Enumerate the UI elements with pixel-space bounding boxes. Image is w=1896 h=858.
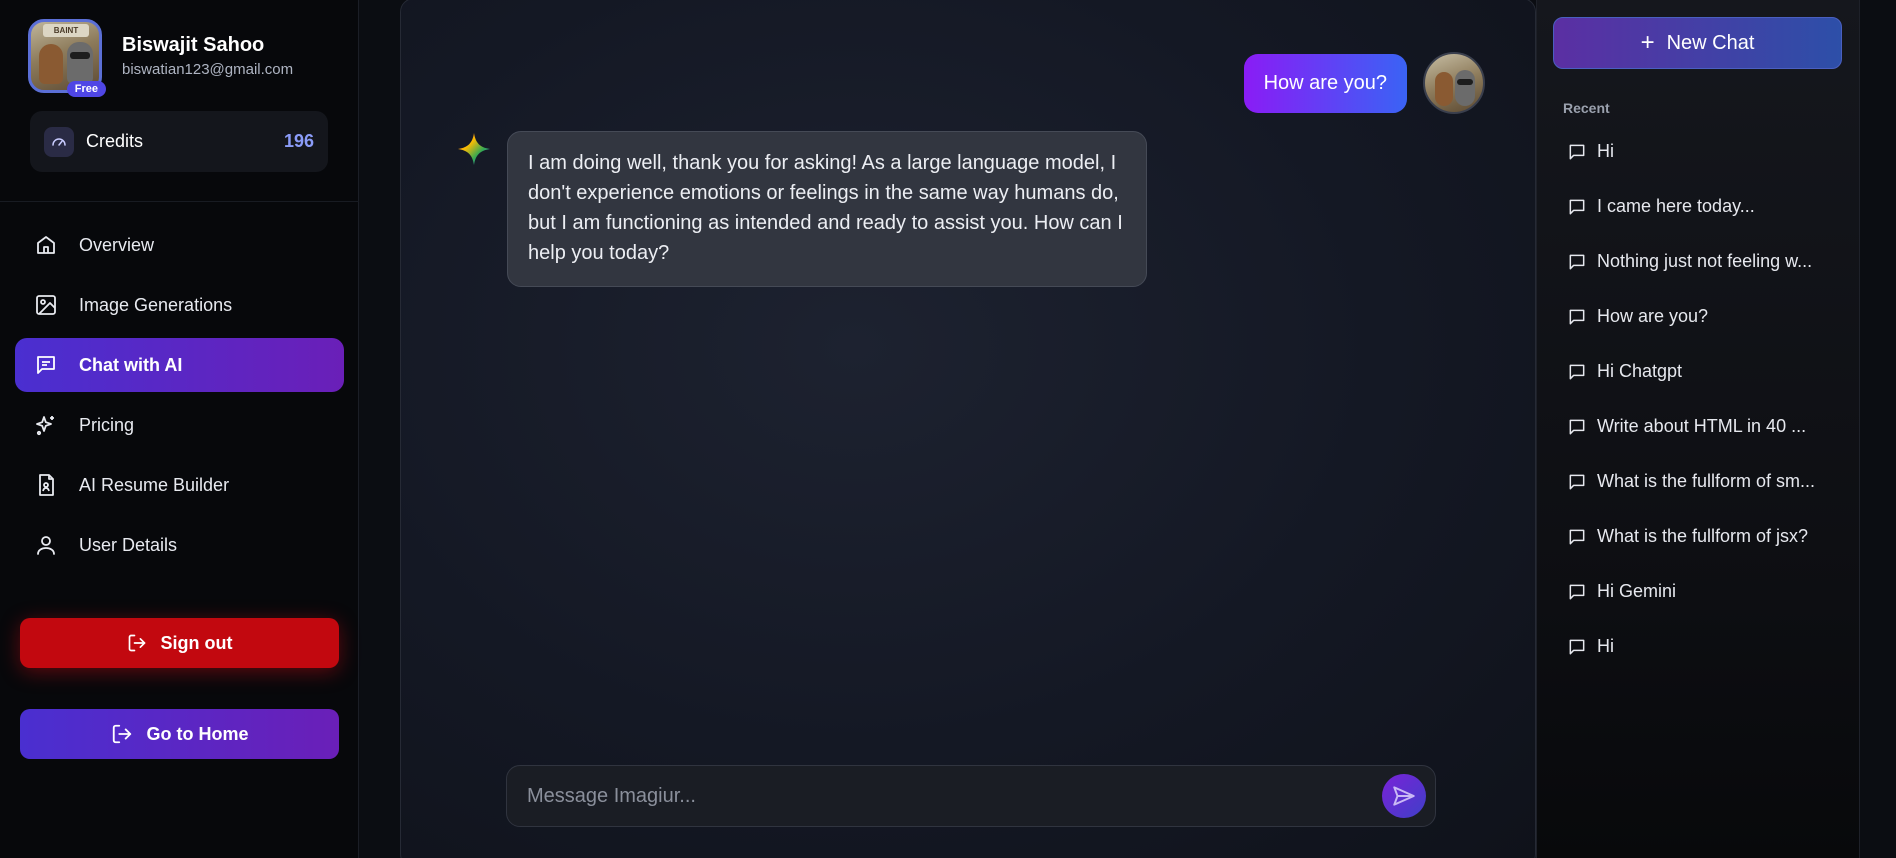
nav-item-pricing[interactable]: Pricing (15, 398, 344, 452)
history-item[interactable]: Hi Gemini (1567, 564, 1847, 619)
nav-item-ai-resume-builder[interactable]: AI Resume Builder (15, 458, 344, 512)
message-composer (506, 765, 1436, 827)
home-icon (33, 232, 59, 258)
nav-item-user-details[interactable]: User Details (15, 518, 344, 572)
nav-item-chat-with-ai[interactable]: Chat with AI (15, 338, 344, 392)
chat-icon (33, 352, 59, 378)
credits-card: Credits 196 (30, 111, 328, 172)
history-item[interactable]: Hi (1567, 619, 1847, 674)
credits-value: 196 (283, 131, 314, 151)
history-item-label: Hi Chatgpt (1597, 361, 1683, 381)
history-item[interactable]: Nothing just not feeling w... (1567, 234, 1847, 289)
nav-item-image-generations[interactable]: Image Generations (15, 278, 344, 332)
nav-item-overview[interactable]: Overview (15, 218, 344, 272)
history-item[interactable]: Hi (1567, 124, 1847, 179)
message-icon (1567, 472, 1587, 492)
history-item[interactable]: What is the fullform of jsx? (1567, 509, 1847, 564)
nav-item-label: Chat with AI (79, 354, 183, 375)
sign-out-button[interactable]: Sign out (20, 618, 339, 668)
main-nav: Overview Image Generations Chat with AI … (15, 218, 344, 578)
message-icon (1567, 197, 1587, 217)
go-home-button[interactable]: Go to Home (20, 709, 339, 759)
history-item[interactable]: Hi Chatgpt (1567, 344, 1847, 399)
message-input[interactable] (527, 784, 1382, 808)
new-chat-label: New Chat (1666, 31, 1755, 54)
nav-item-label: Overview (79, 234, 155, 255)
chat-history-panel: + New Chat Recent Hi I came here today..… (1536, 0, 1860, 858)
send-button[interactable] (1382, 774, 1426, 818)
user-profile: BAINT Free Biswajit Sahoo biswatian123@g… (28, 19, 294, 97)
plus-icon: + (1640, 29, 1655, 56)
history-item-label: Write about HTML in 40 ... (1597, 416, 1807, 436)
profile-name: Biswajit Sahoo (122, 34, 265, 56)
avatar-sign: BAINT (43, 24, 89, 37)
user-message-row: How are you? (1243, 52, 1485, 114)
user-icon (33, 532, 59, 558)
user-message-bubble: How are you? (1243, 53, 1407, 113)
message-icon (1567, 142, 1587, 162)
gemini-sparkle-icon (458, 133, 490, 165)
logout-icon (127, 633, 147, 653)
message-icon (1567, 252, 1587, 272)
recent-heading: Recent (1563, 100, 1610, 116)
history-item[interactable]: What is the fullform of sm... (1567, 454, 1847, 509)
history-item-label: Nothing just not feeling w... (1597, 251, 1813, 271)
nav-item-label: Image Generations (79, 294, 233, 315)
new-chat-button[interactable]: + New Chat (1553, 17, 1842, 69)
message-icon (1567, 417, 1587, 437)
history-item-label: What is the fullform of sm... (1597, 471, 1816, 491)
profile-email: biswatian123@gmail.com (122, 61, 294, 78)
credits-label: Credits (86, 131, 144, 151)
plan-badge: Free (66, 81, 106, 97)
history-item-label: How are you? (1597, 306, 1709, 326)
nav-item-label: User Details (79, 534, 178, 555)
gauge-icon (44, 126, 74, 157)
nav-item-label: AI Resume Builder (79, 474, 230, 495)
message-icon (1567, 582, 1587, 602)
image-icon (33, 292, 59, 318)
history-item[interactable]: How are you? (1567, 289, 1847, 344)
history-item[interactable]: I came here today... (1567, 179, 1847, 234)
history-item[interactable]: Write about HTML in 40 ... (1567, 399, 1847, 454)
message-icon (1567, 362, 1587, 382)
history-list: Hi I came here today... Nothing just not… (1567, 124, 1847, 674)
user-message-avatar (1423, 52, 1485, 114)
sign-out-label: Sign out (160, 632, 233, 653)
resume-icon (33, 472, 59, 498)
nav-item-label: Pricing (79, 414, 135, 435)
ai-message-bubble: I am doing well, thank you for asking! A… (507, 131, 1147, 287)
history-item-label: Hi (1597, 636, 1614, 656)
sparkles-icon (33, 412, 59, 438)
history-item-label: Hi Gemini (1597, 581, 1677, 601)
avatar[interactable]: BAINT Free (28, 19, 106, 97)
ai-message-row: I am doing well, thank you for asking! A… (456, 131, 1147, 287)
go-home-label: Go to Home (146, 723, 249, 744)
sidebar-divider (0, 201, 359, 202)
history-item-label: What is the fullform of jsx? (1597, 526, 1809, 546)
message-icon (1567, 637, 1587, 657)
message-icon (1567, 307, 1587, 327)
history-item-label: I came here today... (1597, 196, 1755, 216)
exit-icon (111, 723, 133, 745)
message-icon (1567, 527, 1587, 547)
chat-panel: How are you? I am doing well, thank you … (400, 0, 1536, 858)
sidebar: BAINT Free Biswajit Sahoo biswatian123@g… (0, 0, 359, 858)
history-item-label: Hi (1597, 141, 1614, 161)
send-icon (1393, 786, 1415, 806)
